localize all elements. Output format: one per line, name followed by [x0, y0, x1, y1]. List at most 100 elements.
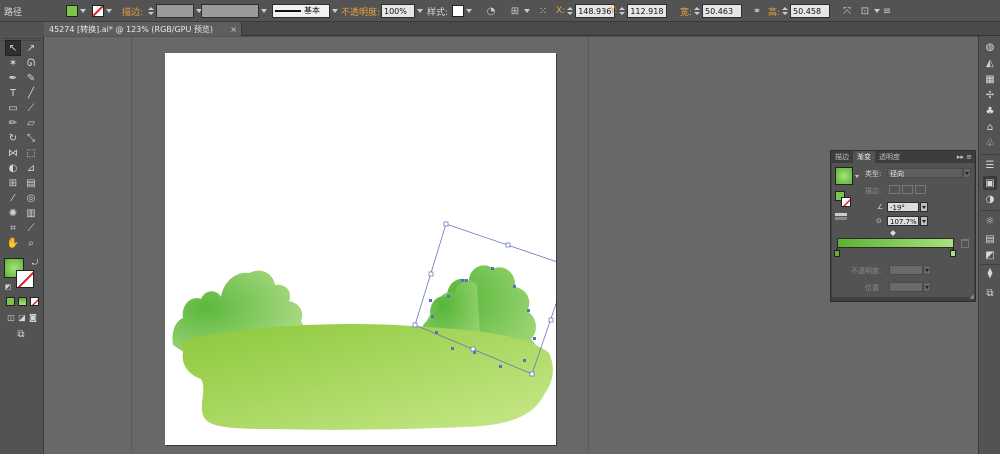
- color-panel-icon[interactable]: ◍: [983, 40, 997, 54]
- stroke-swatch-large[interactable]: [16, 270, 34, 288]
- delete-stop-icon[interactable]: [961, 239, 969, 248]
- swatches-icon[interactable]: ▦: [983, 72, 997, 86]
- close-tab-icon[interactable]: ×: [230, 25, 237, 34]
- tab-stroke[interactable]: 描边: [831, 151, 853, 163]
- tab-transparency[interactable]: 透明度: [875, 151, 904, 163]
- align-panel-icon[interactable]: ☰: [983, 158, 997, 172]
- brushes-icon[interactable]: ✢: [983, 88, 997, 102]
- mesh-tool-icon[interactable]: ⊞: [6, 176, 20, 190]
- bbox-handle[interactable]: [548, 317, 554, 323]
- stroke-panel-icon[interactable]: ☼: [983, 214, 997, 228]
- brush-definition-field[interactable]: 基本: [272, 4, 330, 18]
- align-options-icon[interactable]: ⊞: [508, 4, 522, 18]
- shape-builder-icon[interactable]: ◐: [6, 161, 20, 175]
- bbox-handle[interactable]: [529, 371, 535, 377]
- gradient-preview-swatch[interactable]: [835, 167, 853, 185]
- gradient-stop-start[interactable]: [834, 247, 840, 257]
- width-tool-icon[interactable]: ⋈: [6, 146, 20, 160]
- gradient-type-select[interactable]: 径向: [887, 168, 963, 178]
- gradient-mode-icon[interactable]: [18, 297, 27, 306]
- aspect-ratio-dropdown-icon[interactable]: [920, 216, 928, 226]
- magic-wand-icon[interactable]: ✶: [6, 56, 20, 70]
- variable-width-dropdown-icon[interactable]: [261, 9, 267, 13]
- bbox-handle[interactable]: [428, 271, 434, 277]
- fill-dropdown-icon[interactable]: [80, 9, 86, 13]
- direct-selection-tool-icon[interactable]: ↗: [24, 41, 38, 55]
- symbol-sprayer-icon[interactable]: ✺: [6, 206, 20, 220]
- stop-opacity-field[interactable]: [889, 265, 923, 275]
- artboards-panel-icon[interactable]: ◩: [983, 248, 997, 262]
- fill-swatch[interactable]: [66, 5, 78, 17]
- height-spinner[interactable]: [782, 4, 789, 18]
- bbox-handle[interactable]: [412, 322, 418, 328]
- gradient-slider[interactable]: [837, 238, 954, 248]
- layers-stack-icon[interactable]: ⧫: [983, 266, 997, 280]
- perspective-grid-icon[interactable]: ⊿: [24, 161, 38, 175]
- x-spinner[interactable]: [567, 4, 574, 18]
- swap-fill-stroke-icon[interactable]: ⤾: [28, 256, 42, 270]
- color-mode-icon[interactable]: [6, 297, 15, 306]
- panel-resize-icon[interactable]: ◢: [969, 293, 974, 300]
- document-tab[interactable]: 45274 [转换].ai* @ 123% (RGB/GPU 预览) ×: [44, 22, 242, 36]
- y-spinner[interactable]: [619, 4, 626, 18]
- none-mode-icon[interactable]: [30, 297, 39, 306]
- gradient-stop-end[interactable]: [950, 247, 956, 257]
- eyedropper-icon[interactable]: ⁄: [6, 191, 20, 205]
- angle-field[interactable]: -19°: [887, 202, 919, 212]
- default-fill-stroke-icon[interactable]: ◩: [1, 280, 15, 294]
- bbox-handle[interactable]: [505, 242, 511, 248]
- slice-tool-icon[interactable]: ⟋: [24, 221, 38, 235]
- recolor-artwork-icon[interactable]: ◔: [484, 4, 498, 18]
- brush-dropdown-icon[interactable]: [332, 9, 338, 13]
- tab-gradient[interactable]: 渐变: [853, 151, 875, 163]
- curvature-tool-icon[interactable]: ✎: [24, 71, 38, 85]
- type-tool-icon[interactable]: T: [6, 86, 20, 100]
- reference-point-icon[interactable]: ⁙: [536, 4, 550, 18]
- artboard-tool-icon[interactable]: ⌗: [6, 221, 20, 235]
- pathfinder-icon[interactable]: ⧉: [983, 286, 997, 300]
- lasso-icon[interactable]: ᘏ: [24, 56, 38, 70]
- gradient-panel-icon[interactable]: ▣: [983, 176, 997, 190]
- layers-panel-icon[interactable]: ▤: [983, 232, 997, 246]
- column-graph-icon[interactable]: ▥: [24, 206, 38, 220]
- width-field[interactable]: 50.463: [702, 4, 743, 18]
- hand-tool-icon[interactable]: ✋: [6, 236, 20, 250]
- stroke-swatch[interactable]: [92, 5, 104, 17]
- zoom-tool-icon[interactable]: ⌕: [24, 236, 38, 250]
- rectangle-tool-icon[interactable]: ▭: [6, 101, 20, 115]
- stop-location-dropdown-icon[interactable]: [923, 282, 931, 292]
- blend-tool-icon[interactable]: ◎: [24, 191, 38, 205]
- stroke-dropdown-icon[interactable]: [106, 9, 112, 13]
- graphic-style-swatch[interactable]: [452, 5, 464, 17]
- gradient-midpoint-icon[interactable]: [890, 230, 896, 236]
- pen-tool-icon[interactable]: ✒: [6, 71, 20, 85]
- scale-tool-icon[interactable]: ⤡: [24, 131, 38, 145]
- transform-panel-icon[interactable]: ⤧: [840, 4, 854, 18]
- selection-tool-icon[interactable]: ↖: [5, 40, 21, 56]
- opacity-field[interactable]: 100%: [381, 4, 415, 18]
- symbols-icon[interactable]: ♣: [983, 104, 997, 118]
- transparency-panel-icon[interactable]: ◑: [983, 192, 997, 206]
- gradient-preview-dropdown-icon[interactable]: [855, 175, 859, 178]
- color-guide-icon[interactable]: ◭: [983, 56, 997, 70]
- gradient-type-dropdown-icon[interactable]: [963, 168, 971, 178]
- stroke-gradient-swatch[interactable]: [841, 197, 851, 207]
- style-dropdown-icon[interactable]: [466, 9, 472, 13]
- panel-menu-icon[interactable]: ▸▸ ≡: [957, 151, 972, 163]
- rotate-tool-icon[interactable]: ↻: [6, 131, 20, 145]
- draw-inside-icon[interactable]: ◙: [26, 310, 40, 324]
- graphic-styles-icon[interactable]: ⌂: [983, 120, 997, 134]
- eraser-icon[interactable]: ▱: [24, 116, 38, 130]
- isolate-object-icon[interactable]: ⊡: [858, 4, 872, 18]
- gradient-tool-icon[interactable]: ▤: [24, 176, 38, 190]
- ground-shape[interactable]: [182, 323, 553, 430]
- bbox-handle[interactable]: [470, 346, 476, 352]
- stop-opacity-dropdown-icon[interactable]: [923, 265, 931, 275]
- angle-dropdown-icon[interactable]: [920, 202, 928, 212]
- stroke-weight-field[interactable]: [156, 4, 194, 18]
- stroke-label[interactable]: 描边:: [122, 5, 143, 18]
- opacity-dropdown-icon[interactable]: [417, 9, 423, 13]
- screen-mode-icon[interactable]: ⧉: [14, 327, 28, 341]
- paintbrush-icon[interactable]: ⟋: [24, 101, 38, 115]
- y-field[interactable]: 112.918: [627, 4, 668, 18]
